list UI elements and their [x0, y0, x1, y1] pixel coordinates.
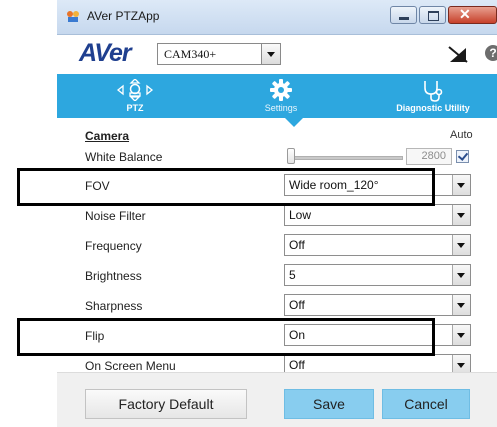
- chevron-down-icon[interactable]: [452, 355, 470, 372]
- chevron-down-icon[interactable]: [452, 205, 470, 225]
- maximize-button[interactable]: [419, 6, 446, 24]
- row-flip: Flip On: [57, 323, 497, 351]
- select-value: Wide room_120°: [289, 178, 379, 192]
- on-screen-menu-select[interactable]: Off: [284, 354, 471, 372]
- minimize-button[interactable]: [390, 6, 417, 24]
- row-label: Brightness: [85, 269, 142, 283]
- tab-diagnostic-label: Diagnostic Utility: [396, 103, 470, 113]
- row-on-screen-menu: On Screen Menu Off: [57, 353, 497, 372]
- tab-diagnostic-utility[interactable]: Diagnostic Utility: [383, 74, 483, 118]
- app-window: AVer PTZApp ✕ AVer CAM340+ ? PTZ Setting…: [57, 0, 497, 427]
- sharpness-select[interactable]: Off: [284, 294, 471, 316]
- row-frequency: Frequency Off: [57, 233, 497, 261]
- gear-icon: [270, 79, 292, 101]
- nav-bar: PTZ Settings Diagnostic Utility: [57, 74, 497, 118]
- select-value: Low: [289, 208, 312, 222]
- row-label: Noise Filter: [85, 209, 146, 223]
- chevron-down-icon[interactable]: [261, 44, 280, 64]
- white-balance-slider-thumb[interactable]: [287, 148, 295, 164]
- row-noise-filter: Noise Filter Low: [57, 203, 497, 231]
- tab-ptz-label: PTZ: [126, 103, 144, 113]
- camera-select[interactable]: CAM340+: [157, 43, 281, 65]
- select-value: Off: [289, 358, 305, 372]
- close-icon: ✕: [459, 6, 471, 22]
- ptz-joystick-icon: [116, 79, 154, 101]
- chevron-down-icon[interactable]: [452, 235, 470, 255]
- active-tab-pointer: [285, 118, 303, 127]
- row-label: Flip: [85, 329, 105, 343]
- top-bar: AVer CAM340+ ?: [57, 35, 497, 73]
- chevron-down-icon[interactable]: [452, 175, 470, 195]
- select-value: Off: [289, 298, 305, 312]
- save-button[interactable]: Save: [284, 389, 374, 419]
- mic-mute-icon[interactable]: [447, 45, 469, 63]
- settings-panel: Camera Auto White Balance 2800 FOV Wide …: [57, 127, 497, 372]
- frequency-select[interactable]: Off: [284, 234, 471, 256]
- tab-ptz[interactable]: PTZ: [105, 74, 165, 118]
- white-balance-slider-track[interactable]: [289, 156, 403, 160]
- row-label: Sharpness: [85, 299, 143, 313]
- auto-label: Auto: [450, 129, 473, 141]
- aver-logo: AVer: [79, 39, 132, 67]
- row-label: FOV: [85, 179, 110, 193]
- tab-settings[interactable]: Settings: [251, 74, 311, 118]
- flip-select[interactable]: On: [284, 324, 471, 346]
- noise-filter-select[interactable]: Low: [284, 204, 471, 226]
- select-value: Off: [289, 238, 305, 252]
- row-fov: FOV Wide room_120°: [57, 173, 497, 201]
- app-icon: [67, 11, 79, 22]
- chevron-down-icon[interactable]: [452, 325, 470, 345]
- row-sharpness: Sharpness Off: [57, 293, 497, 321]
- section-title: Camera: [85, 129, 130, 143]
- factory-default-button[interactable]: Factory Default: [85, 389, 247, 419]
- row-white-balance: White Balance 2800: [57, 146, 497, 174]
- camera-select-value: CAM340+: [164, 47, 217, 61]
- tab-settings-label: Settings: [264, 103, 298, 113]
- help-icon[interactable]: ?: [485, 45, 497, 61]
- chevron-down-icon[interactable]: [452, 265, 470, 285]
- stethoscope-icon: [424, 81, 443, 102]
- row-label: White Balance: [85, 150, 163, 164]
- white-balance-auto-checkbox[interactable]: [456, 150, 469, 163]
- cancel-button[interactable]: Cancel: [382, 389, 470, 419]
- footer-bar: Factory Default Save Cancel: [57, 372, 497, 427]
- select-value: On: [289, 328, 306, 342]
- select-value: 5: [289, 268, 296, 282]
- chevron-down-icon[interactable]: [452, 295, 470, 315]
- window-title: AVer PTZApp: [87, 9, 160, 23]
- row-label: On Screen Menu: [85, 359, 176, 372]
- close-button[interactable]: ✕: [448, 6, 497, 24]
- title-bar: AVer PTZApp ✕: [57, 0, 497, 35]
- row-brightness: Brightness 5: [57, 263, 497, 291]
- brightness-select[interactable]: 5: [284, 264, 471, 286]
- white-balance-value[interactable]: 2800: [406, 148, 452, 165]
- row-label: Frequency: [85, 239, 142, 253]
- fov-select[interactable]: Wide room_120°: [284, 174, 471, 196]
